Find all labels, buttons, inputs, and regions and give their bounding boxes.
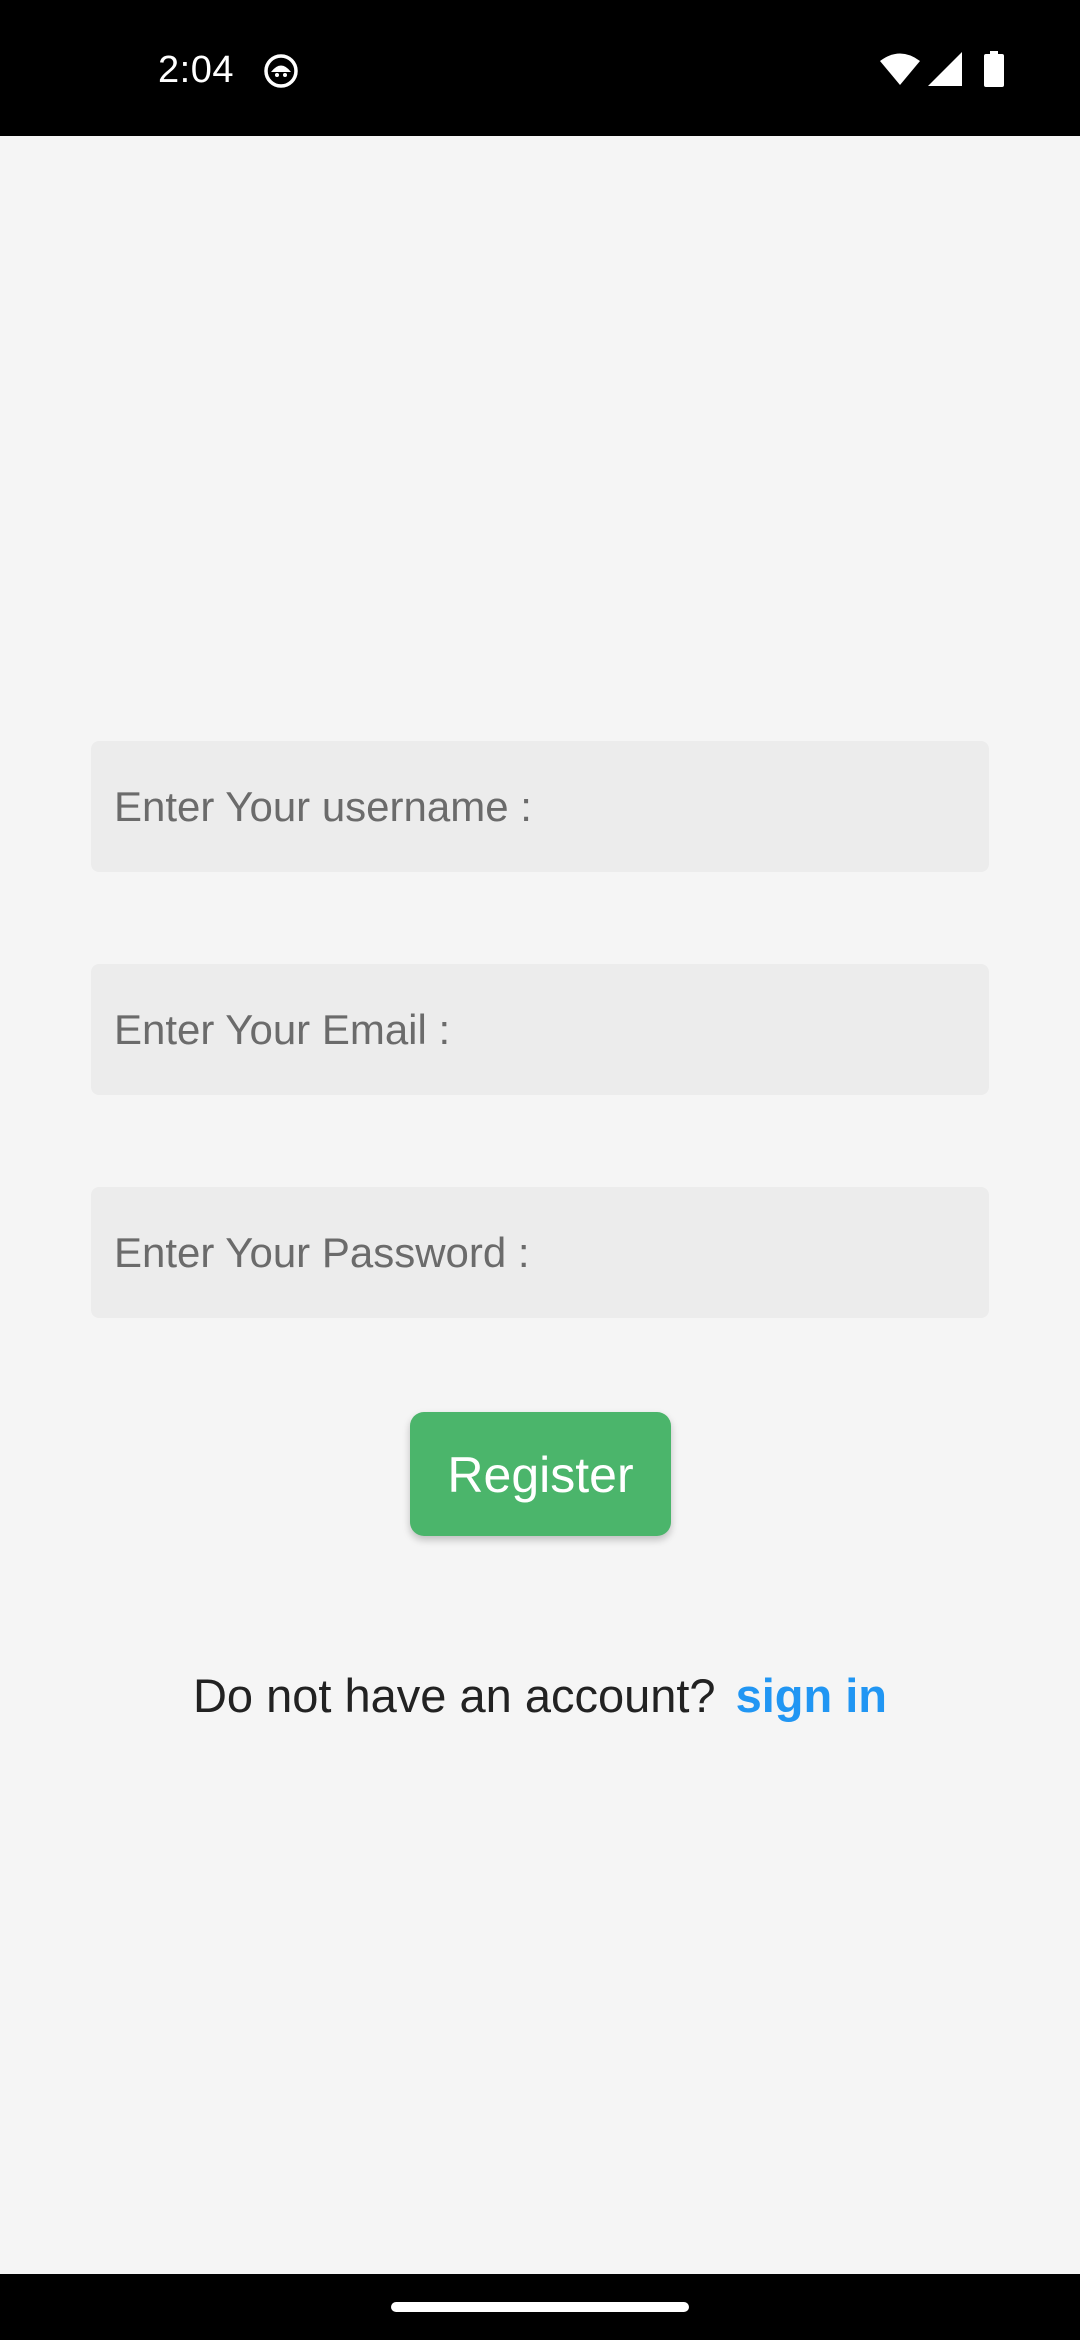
username-field[interactable] bbox=[91, 741, 989, 872]
home-gesture-handle[interactable] bbox=[391, 2302, 689, 2312]
register-button[interactable]: Register bbox=[410, 1412, 671, 1536]
status-bar: 2:04 bbox=[0, 0, 1080, 136]
email-field[interactable] bbox=[91, 964, 989, 1095]
password-field[interactable] bbox=[91, 1187, 989, 1318]
wifi-icon bbox=[880, 52, 920, 91]
register-screen bbox=[0, 136, 1080, 2274]
status-time: 2:04 bbox=[158, 49, 234, 91]
email-input[interactable] bbox=[91, 964, 989, 1095]
account-prompt-text: Do not have an account? bbox=[192, 1669, 716, 1722]
battery-icon bbox=[984, 50, 1004, 92]
navigation-bar bbox=[0, 2274, 1080, 2340]
password-input[interactable] bbox=[91, 1187, 989, 1318]
cell-signal-icon bbox=[928, 51, 962, 91]
sign-in-link[interactable]: sign in bbox=[736, 1669, 887, 1722]
android-debug-icon bbox=[262, 52, 300, 90]
signin-prompt-row: Do not have an account? sign in bbox=[0, 1666, 1080, 1726]
username-input[interactable] bbox=[91, 741, 989, 872]
status-icons bbox=[880, 50, 1004, 92]
